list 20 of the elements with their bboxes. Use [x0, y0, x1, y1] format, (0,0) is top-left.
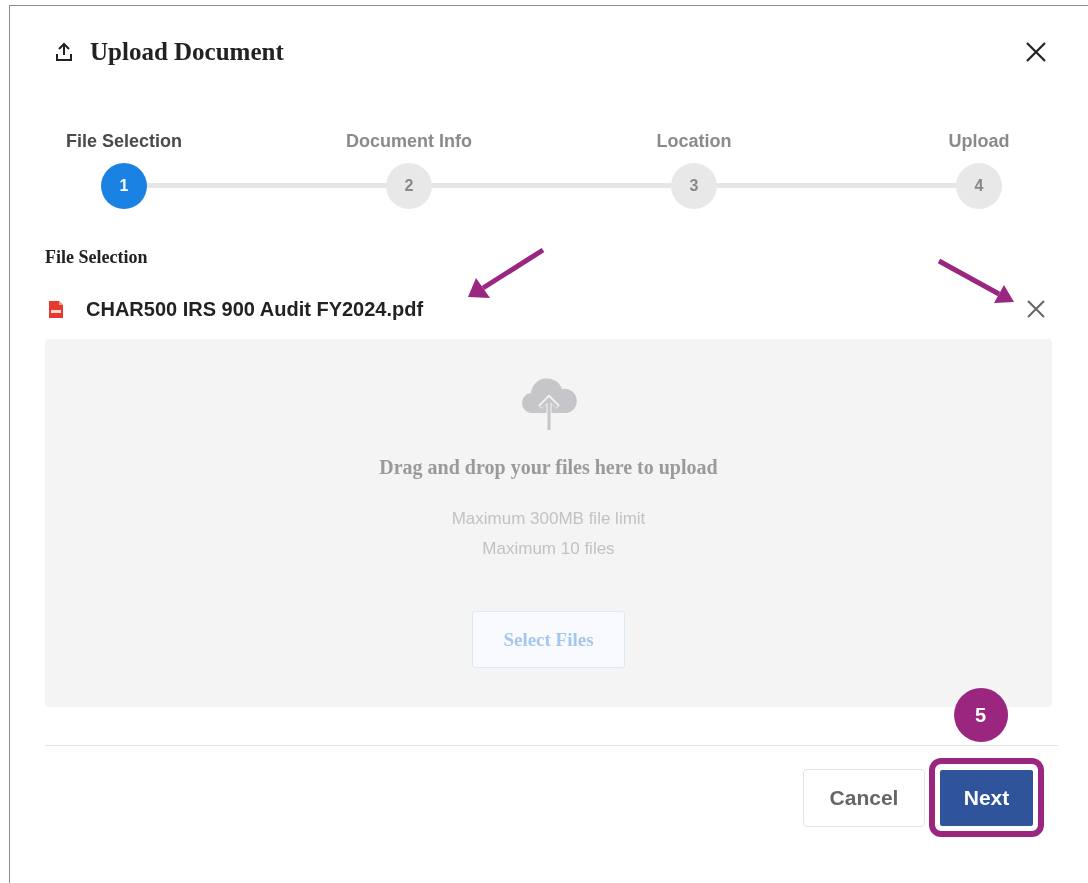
select-files-button[interactable]: Select Files — [472, 611, 625, 668]
drop-zone-heading: Drag and drop your files here to upload — [379, 456, 718, 479]
step-circle[interactable]: 1 — [101, 163, 147, 209]
step-circle[interactable]: 4 — [956, 163, 1002, 209]
file-name: CHAR500 IRS 900 Audit FY2024.pdf — [86, 297, 425, 321]
step-label: Document Info — [346, 131, 472, 151]
dialog-title: Upload Document — [90, 38, 285, 66]
cancel-button[interactable]: Cancel — [803, 769, 925, 827]
step-label: File Selection — [66, 131, 183, 151]
close-button[interactable] — [1025, 41, 1047, 63]
next-button[interactable]: Next — [938, 768, 1035, 828]
step-circle[interactable]: 2 — [386, 163, 432, 209]
step-label: Upload — [948, 131, 1010, 151]
pdf-file-icon — [48, 299, 64, 319]
step-label: Location — [656, 131, 732, 151]
section-title: File Selection — [45, 247, 149, 268]
step-circle[interactable]: 3 — [671, 163, 717, 209]
remove-file-button[interactable] — [1025, 298, 1047, 320]
step-callout-badge: 5 — [953, 688, 1008, 742]
upload-icon — [55, 42, 73, 62]
